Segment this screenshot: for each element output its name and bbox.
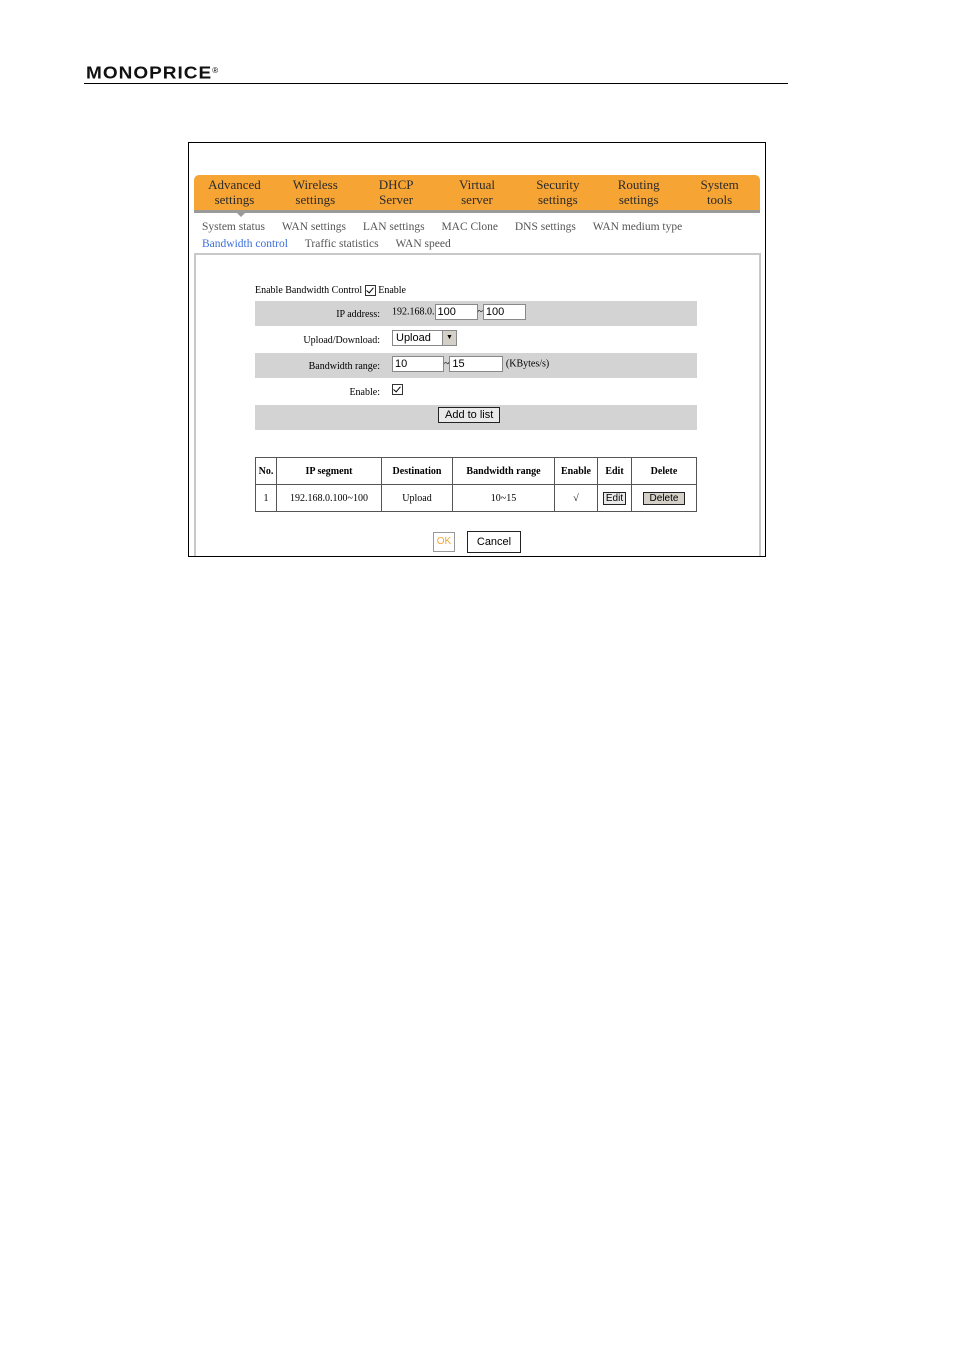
nav-wireless-settings[interactable]: Wireless settings	[275, 175, 356, 210]
brand-name: MONOPRICE	[86, 64, 213, 83]
cell-edit: Edit	[597, 484, 632, 512]
subnav-traffic-statistics[interactable]: Traffic statistics	[305, 236, 379, 253]
updown-select[interactable]: Upload ▼	[392, 330, 457, 346]
col-destination: Destination	[381, 457, 453, 485]
enable-control-row: Enable Bandwidth Control Enable	[255, 285, 406, 297]
registered-mark: ®	[212, 66, 219, 75]
range-max-input[interactable]	[449, 356, 504, 372]
subnav-bandwidth-control[interactable]: Bandwidth control	[202, 236, 288, 253]
range-min-input[interactable]	[392, 356, 444, 372]
sub-nav: System status WAN settings LAN settings …	[202, 219, 757, 253]
ip-address-label: IP address:	[336, 309, 380, 320]
nav-dhcp-server[interactable]: DHCP Server	[356, 175, 437, 210]
nav-pointer-icon	[234, 210, 248, 217]
table-header-row: No. IP segment Destination Bandwidth ran…	[255, 457, 697, 485]
edit-button[interactable]: Edit	[602, 491, 627, 505]
col-delete: Delete	[631, 457, 697, 485]
enable-row: Enable:	[255, 379, 697, 404]
subnav-wan-settings[interactable]: WAN settings	[282, 219, 346, 236]
cancel-button[interactable]: Cancel	[467, 531, 521, 553]
enable-control-checkbox[interactable]	[364, 285, 376, 297]
header-rule	[84, 83, 788, 84]
nav-advanced-settings[interactable]: Advanced settings	[194, 175, 275, 210]
nav-underline	[194, 210, 760, 213]
col-no: No.	[255, 457, 277, 485]
subnav-mac-clone[interactable]: MAC Clone	[441, 219, 498, 236]
subnav-wan-medium-type[interactable]: WAN medium type	[593, 219, 682, 236]
table-row: 1 192.168.0.100~100 Upload 10~15 √ Edit …	[255, 484, 697, 512]
enable-label: Enable:	[349, 387, 380, 398]
updown-value: Upload	[396, 332, 431, 344]
bandwidth-range-label: Bandwidth range:	[308, 361, 380, 372]
updown-row: Upload/Download: Upload ▼	[255, 327, 697, 352]
col-bandwidth-range: Bandwidth range	[452, 457, 555, 485]
subnav-lan-settings[interactable]: LAN settings	[363, 219, 425, 236]
rules-table: No. IP segment Destination Bandwidth ran…	[255, 457, 697, 512]
add-to-list-button[interactable]: Add to list	[438, 407, 501, 423]
enable-control-label: Enable Bandwidth Control	[255, 285, 363, 296]
col-enable: Enable	[554, 457, 598, 485]
cell-enable: √	[554, 484, 598, 512]
ok-button[interactable]: OK	[433, 532, 455, 552]
ip-end-input[interactable]	[482, 304, 526, 320]
main-nav: Advanced settings Wireless settings DHCP Se…	[194, 175, 760, 210]
router-screenshot: Advanced settings Wireless settings DHCP Se…	[188, 142, 766, 557]
cell-ip-segment: 192.168.0.100~100	[276, 484, 382, 512]
dropdown-arrow-icon[interactable]: ▼	[442, 331, 456, 345]
subnav-wan-speed[interactable]: WAN speed	[395, 236, 450, 253]
col-edit: Edit	[597, 457, 632, 485]
cell-bandwidth-range: 10~15	[452, 484, 555, 512]
col-ip-segment: IP segment	[276, 457, 382, 485]
add-row: Add to list	[255, 405, 697, 430]
bandwidth-form: Enable Bandwidth Control Enable IP addre…	[255, 283, 697, 433]
nav-system-tools[interactable]: System tools	[679, 175, 760, 210]
delete-button[interactable]: Delete	[642, 491, 686, 505]
cell-destination: Upload	[381, 484, 453, 512]
updown-label: Upload/Download:	[303, 335, 380, 346]
nav-security-settings[interactable]: Security settings	[517, 175, 598, 210]
cell-delete: Delete	[631, 484, 697, 512]
subnav-system-status[interactable]: System status	[202, 219, 265, 236]
ip-address-row: IP address: 192.168.0.~	[255, 301, 697, 326]
cell-no: 1	[255, 484, 277, 512]
bandwidth-range-row: Bandwidth range: ~ (KBytes/s)	[255, 353, 697, 378]
ip-prefix: 192.168.0.	[392, 306, 435, 318]
enable-checkbox[interactable]	[392, 384, 403, 396]
nav-routing-settings[interactable]: Routing settings	[598, 175, 679, 210]
range-unit: (KBytes/s)	[505, 358, 550, 370]
monoprice-logo: MONOPRICE®	[86, 64, 218, 84]
nav-virtual-server[interactable]: Virtual server	[437, 175, 518, 210]
enable-control-text: Enable	[378, 285, 406, 296]
ip-start-input[interactable]	[434, 304, 478, 320]
subnav-dns-settings[interactable]: DNS settings	[515, 219, 576, 236]
